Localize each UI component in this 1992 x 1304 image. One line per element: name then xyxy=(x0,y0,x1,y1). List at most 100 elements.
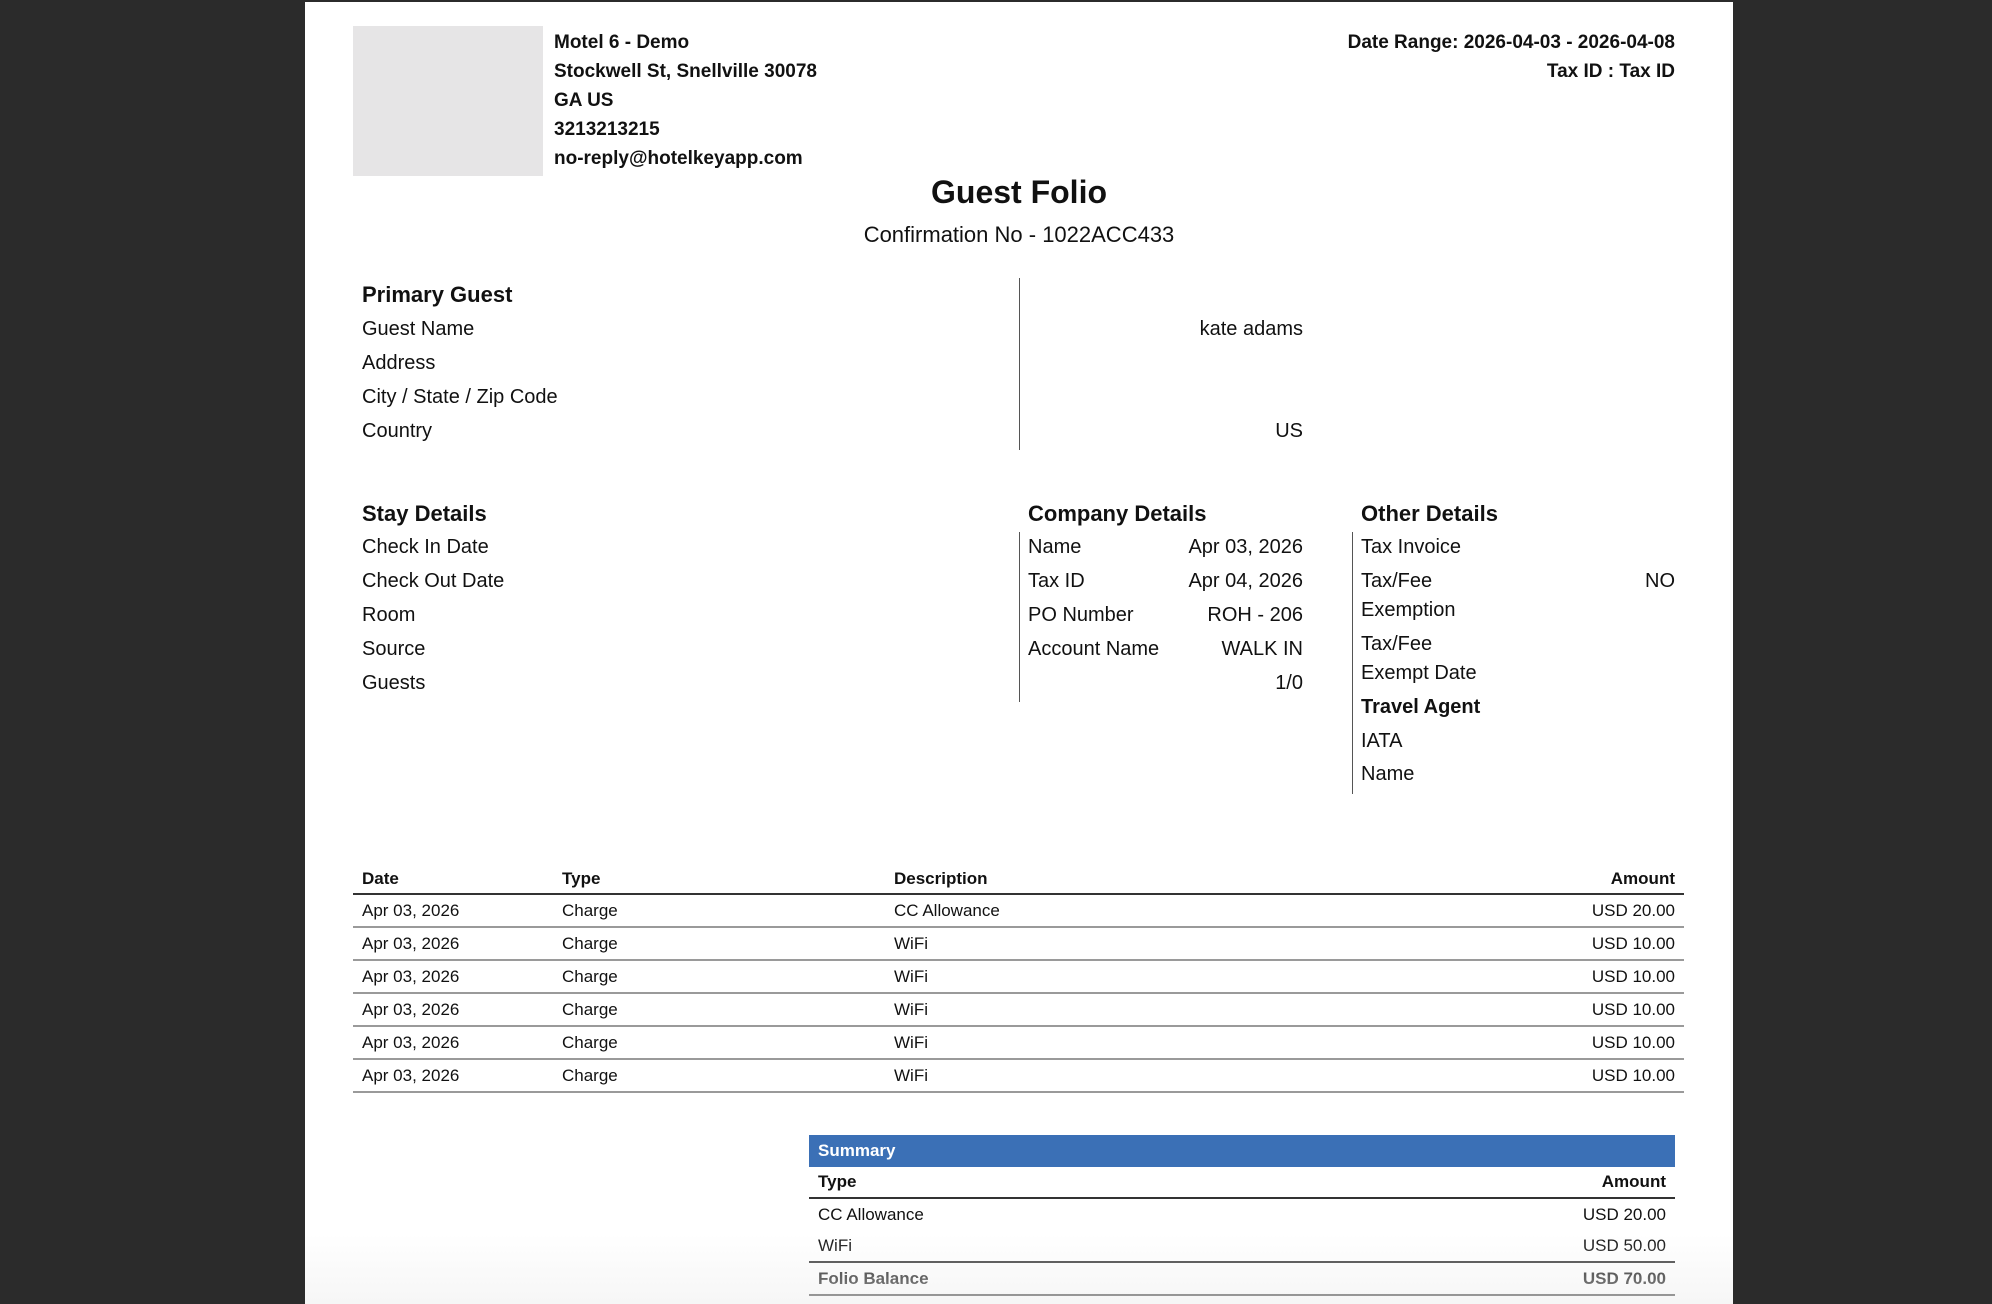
row-date: Apr 03, 2026 xyxy=(353,1026,553,1060)
table-row: Apr 03, 2026 Charge WiFi USD 10.00 xyxy=(353,960,1684,994)
po-number-label: PO Number xyxy=(1028,604,1134,626)
stay-details-divider xyxy=(1019,532,1020,702)
account-name-label: Account Name xyxy=(1028,638,1160,660)
address-label: Address xyxy=(362,352,436,374)
folio-balance-amount: USD 70.00 xyxy=(1293,1261,1675,1296)
confirmation-number: Confirmation No - 1022ACC433 xyxy=(863,222,1175,247)
summary-row: WiFi USD 50.00 xyxy=(809,1230,1675,1262)
summary-table: Summary Type Amount CC Allowance USD 20.… xyxy=(809,1135,1675,1296)
other-details-title: Other Details xyxy=(1361,501,1498,526)
travel-agent-title: Travel Agent xyxy=(1361,696,1481,718)
tax-invoice-label: Tax Invoice xyxy=(1361,536,1462,558)
row-type: Charge xyxy=(553,1059,885,1093)
tax-fee-exemption-value: NO xyxy=(1645,570,1675,592)
summary-amount-header: Amount xyxy=(1293,1167,1675,1199)
date-header: Date xyxy=(353,864,553,895)
country-value: US xyxy=(1275,420,1303,442)
row-date: Apr 03, 2026 xyxy=(353,894,553,928)
source-value: WALK IN xyxy=(1221,638,1304,660)
summary-row-amount: USD 50.00 xyxy=(1582,1235,1666,1255)
row-amount: USD 10.00 xyxy=(1324,1026,1684,1060)
agent-name-label: Name xyxy=(1361,763,1415,785)
row-type: Charge xyxy=(553,960,885,994)
hotel-region: GA US xyxy=(554,90,614,111)
transactions-table: Date Type Description Amount Apr 03, 202… xyxy=(353,864,1684,1093)
tax-fee-exemption-label: Tax/Fee xyxy=(1361,570,1433,592)
row-amount: USD 20.00 xyxy=(1324,894,1684,928)
check-in-label: Check In Date xyxy=(362,536,489,558)
primary-guest-divider xyxy=(1019,278,1020,450)
hotel-name: Motel 6 - Demo xyxy=(554,32,690,53)
check-out-label: Check Out Date xyxy=(362,570,505,592)
tax-fee-exemption-label-line2: Exemption xyxy=(1361,599,1456,621)
row-description: WiFi xyxy=(885,993,1325,1027)
row-date: Apr 03, 2026 xyxy=(353,960,553,994)
type-header: Type xyxy=(553,864,885,895)
guests-value: 1/0 xyxy=(1275,672,1303,694)
folio-page: Motel 6 - Demo Stockwell St, Snellville … xyxy=(305,2,1733,1304)
tax-fee-exempt-date-label: Tax/Fee xyxy=(1361,633,1433,655)
summary-row-type: CC Allowance xyxy=(818,1204,924,1224)
amount-header: Amount xyxy=(1324,864,1684,895)
summary-title-row: Summary xyxy=(809,1135,1675,1167)
company-name-label: Name xyxy=(1028,536,1082,558)
company-details-title: Company Details xyxy=(1028,501,1207,526)
summary-row-type: WiFi xyxy=(818,1235,852,1255)
row-date: Apr 03, 2026 xyxy=(353,1059,553,1093)
summary-row: CC Allowance USD 20.00 xyxy=(809,1198,1675,1230)
row-date: Apr 03, 2026 xyxy=(353,993,553,1027)
row-amount: USD 10.00 xyxy=(1324,1059,1684,1093)
folio-meta: Date Range: 2026-04-03 - 2026-04-08 Tax … xyxy=(1348,28,1675,86)
description-header: Description xyxy=(885,864,1325,895)
check-in-value: Apr 03, 2026 xyxy=(1188,536,1303,558)
summary-title: Summary xyxy=(809,1135,1675,1167)
company-details-divider xyxy=(1352,532,1353,794)
hotel-info: Motel 6 - Demo Stockwell St, Snellville … xyxy=(554,28,817,173)
company-tax-id-label: Tax ID xyxy=(1028,570,1085,592)
summary-type-header: Type xyxy=(809,1167,1294,1199)
row-description: WiFi xyxy=(885,960,1325,994)
date-range: Date Range: 2026-04-03 - 2026-04-08 xyxy=(1347,32,1675,53)
row-amount: USD 10.00 xyxy=(1324,927,1684,961)
tax-fee-exempt-date-label-line2: Exempt Date xyxy=(1361,662,1477,684)
city-state-zip-label: City / State / Zip Code xyxy=(362,386,558,408)
table-row: Apr 03, 2026 Charge CC Allowance USD 20.… xyxy=(353,894,1684,928)
room-label: Room xyxy=(362,604,416,626)
country-label: Country xyxy=(362,420,433,442)
primary-guest-title: Primary Guest xyxy=(362,282,513,307)
row-description: WiFi xyxy=(885,927,1325,961)
hotel-email: no-reply@hotelkeyapp.com xyxy=(554,148,803,169)
hotel-logo xyxy=(353,26,543,176)
row-type: Charge xyxy=(553,927,885,961)
row-type: Charge xyxy=(553,894,885,928)
summary-header-row: Type Amount xyxy=(809,1167,1675,1199)
room-value: ROH - 206 xyxy=(1207,604,1303,626)
table-row: Apr 03, 2026 Charge WiFi USD 10.00 xyxy=(353,927,1684,961)
source-label: Source xyxy=(362,638,426,660)
stay-details-title: Stay Details xyxy=(362,501,487,526)
row-type: Charge xyxy=(553,1026,885,1060)
guest-name-value: kate adams xyxy=(1199,318,1303,340)
row-amount: USD 10.00 xyxy=(1324,993,1684,1027)
table-row: Apr 03, 2026 Charge WiFi USD 10.00 xyxy=(353,993,1684,1027)
hotel-phone: 3213213215 xyxy=(554,119,660,140)
row-date: Apr 03, 2026 xyxy=(353,927,553,961)
summary-row-amount: USD 20.00 xyxy=(1582,1204,1666,1224)
row-amount: USD 10.00 xyxy=(1324,960,1684,994)
transactions-header-row: Date Type Description Amount xyxy=(353,864,1684,895)
folio-balance-row: Folio Balance USD 70.00 xyxy=(809,1261,1675,1296)
check-out-value: Apr 04, 2026 xyxy=(1188,570,1303,592)
iata-label: IATA xyxy=(1361,730,1403,752)
page-title: Guest Folio xyxy=(931,174,1107,210)
row-description: CC Allowance xyxy=(885,894,1325,928)
row-description: WiFi xyxy=(885,1059,1325,1093)
hotel-street: Stockwell St, Snellville 30078 xyxy=(554,61,817,82)
folio-balance-label: Folio Balance xyxy=(809,1261,1294,1296)
guests-label: Guests xyxy=(362,672,426,694)
tax-id: Tax ID : Tax ID xyxy=(1546,61,1675,82)
table-row: Apr 03, 2026 Charge WiFi USD 10.00 xyxy=(353,1026,1684,1060)
guest-name-label: Guest Name xyxy=(362,318,475,340)
table-row: Apr 03, 2026 Charge WiFi USD 10.00 xyxy=(353,1059,1684,1093)
row-type: Charge xyxy=(553,993,885,1027)
row-description: WiFi xyxy=(885,1026,1325,1060)
